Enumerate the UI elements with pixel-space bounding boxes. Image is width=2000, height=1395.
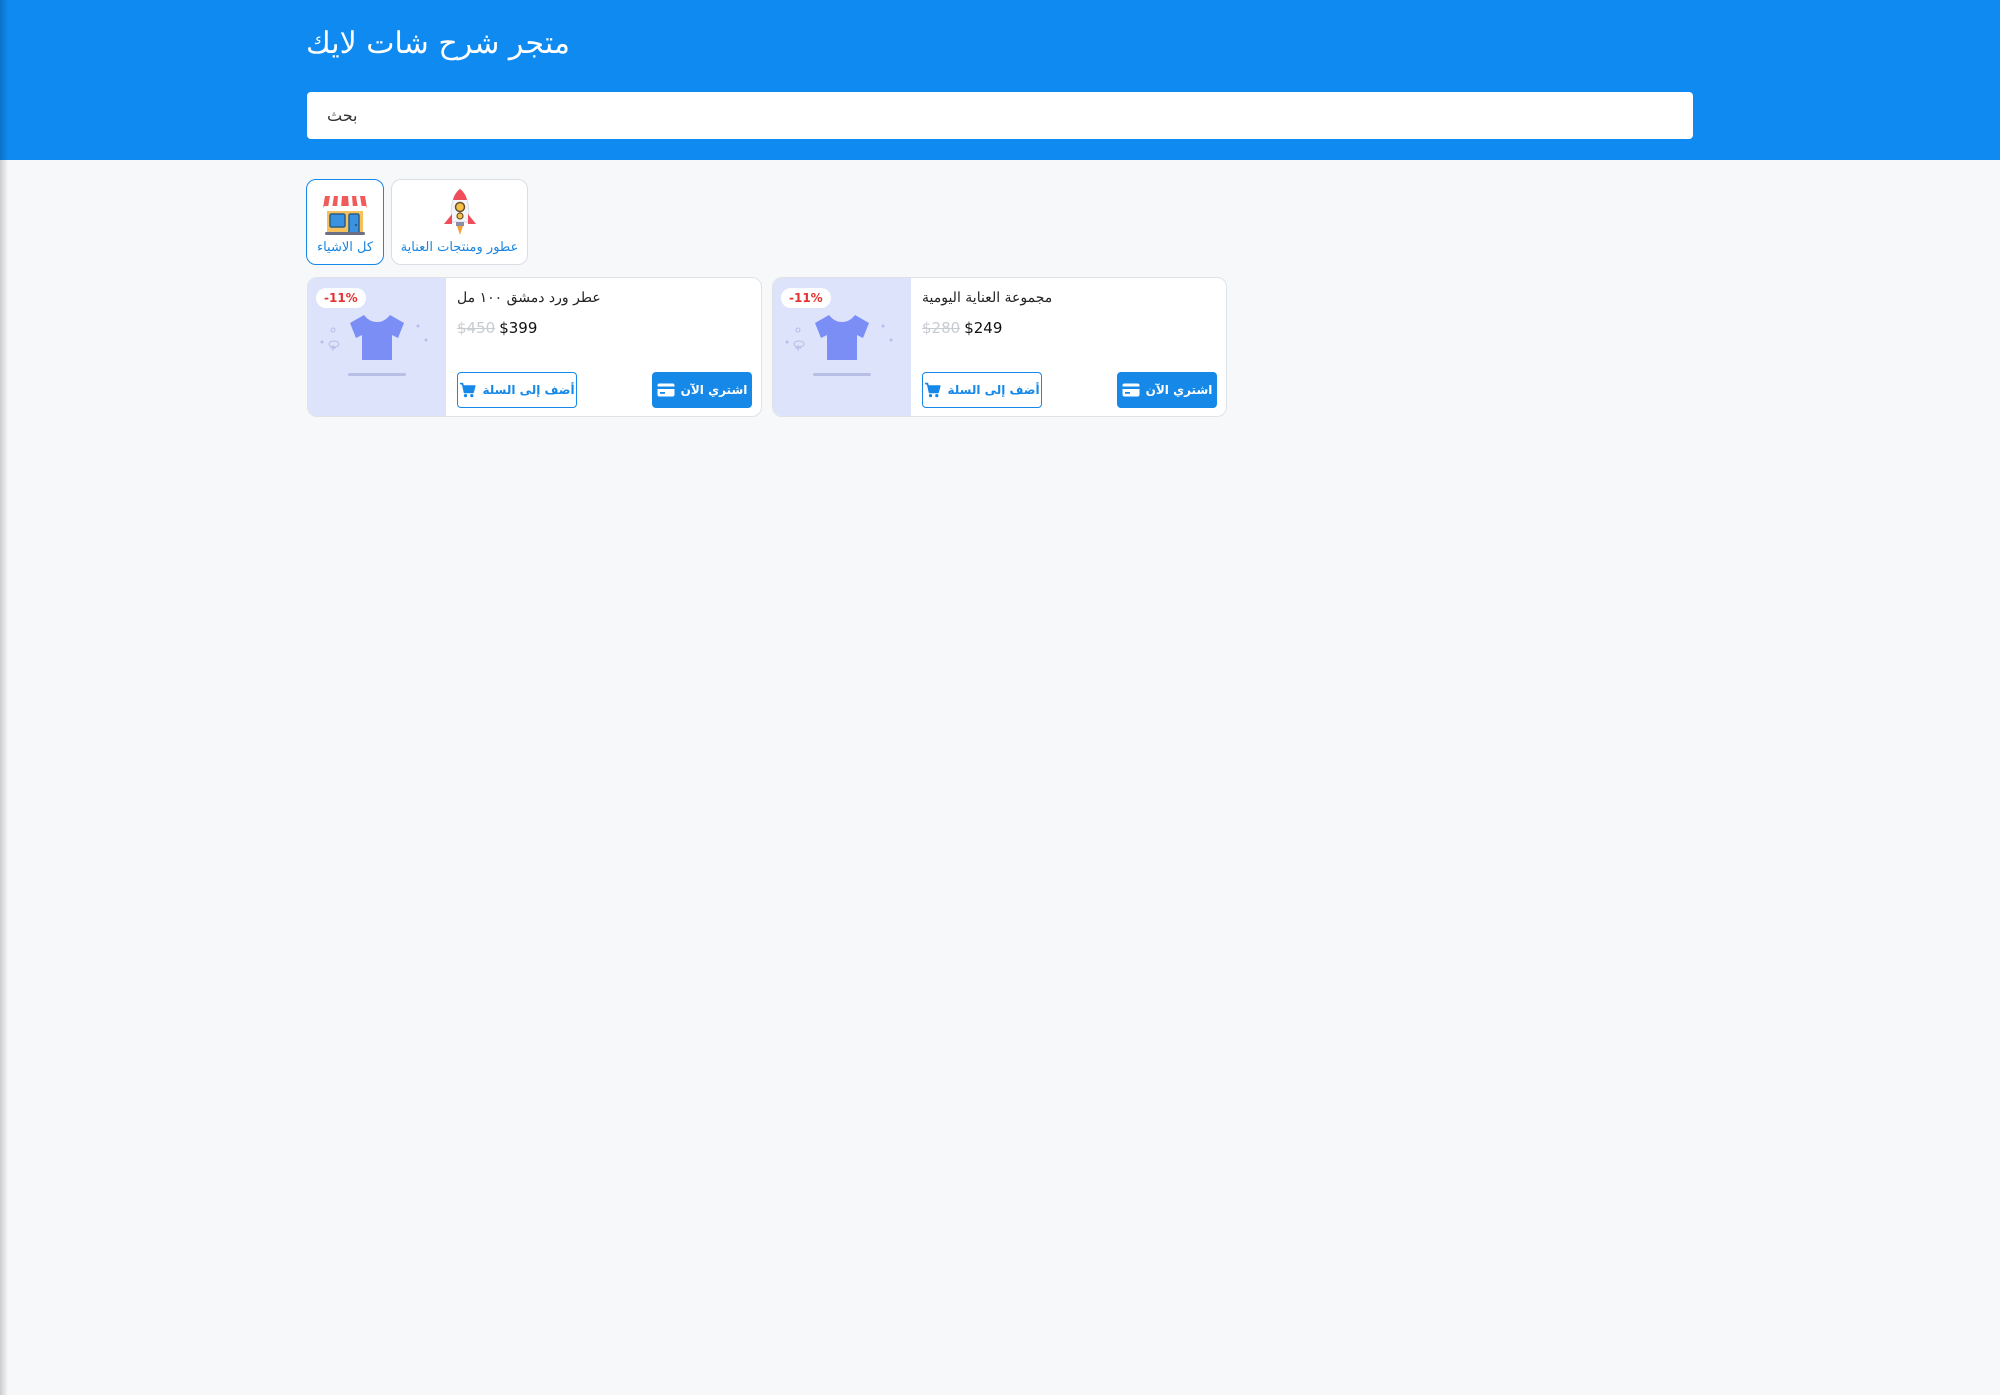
product-image-placeholder: -11%: [308, 278, 446, 416]
credit-card-icon: [657, 383, 675, 397]
rocket-icon: [443, 188, 476, 235]
store-title: متجر شرح شات لايك: [306, 26, 570, 61]
price-row: $450 $399: [457, 319, 537, 337]
add-to-cart-button[interactable]: أضف إلى السلة: [457, 372, 577, 408]
search-input[interactable]: [307, 92, 1693, 139]
shop-icon: [323, 195, 367, 235]
price-row: $280 $249: [922, 319, 1002, 337]
category-label: عطور ومنتجات العناية: [400, 240, 519, 255]
product-name[interactable]: عطر ورد دمشق ١٠٠ مل: [457, 290, 747, 306]
buy-now-button[interactable]: اشتري الآن: [652, 372, 752, 408]
old-price: $280: [922, 319, 961, 337]
window-edge-shadow: [0, 0, 8, 1395]
category-all-items[interactable]: كل الاشياء: [306, 179, 384, 265]
buy-now-button[interactable]: اشتري الآن: [1117, 372, 1217, 408]
product-card[interactable]: -11% عطر ورد دمشق ١٠٠ مل $450 $399 أضف إل…: [307, 277, 762, 417]
add-to-cart-label: أضف إلى السلة: [947, 383, 1040, 397]
discount-badge: -11%: [781, 288, 831, 308]
new-price: $249: [964, 319, 1003, 337]
buy-now-label: اشتري الآن: [680, 383, 748, 397]
add-to-cart-label: أضف إلى السلة: [482, 383, 575, 397]
discount-badge: -11%: [316, 288, 366, 308]
product-name[interactable]: مجموعة العناية اليومية: [922, 290, 1212, 306]
product-image-placeholder: -11%: [773, 278, 911, 416]
add-to-cart-button[interactable]: أضف إلى السلة: [922, 372, 1042, 408]
credit-card-icon: [1122, 383, 1140, 397]
product-card[interactable]: -11% مجموعة العناية اليومية $280 $249 أضف…: [772, 277, 1227, 417]
buy-now-label: اشتري الآن: [1145, 383, 1213, 397]
cart-icon: [925, 382, 942, 398]
old-price: $450: [457, 319, 496, 337]
category-label: كل الاشياء: [316, 240, 374, 255]
category-perfumes-care[interactable]: عطور ومنتجات العناية: [391, 179, 528, 265]
cart-icon: [460, 382, 477, 398]
new-price: $399: [499, 319, 538, 337]
top-header: متجر شرح شات لايك: [0, 0, 2000, 160]
